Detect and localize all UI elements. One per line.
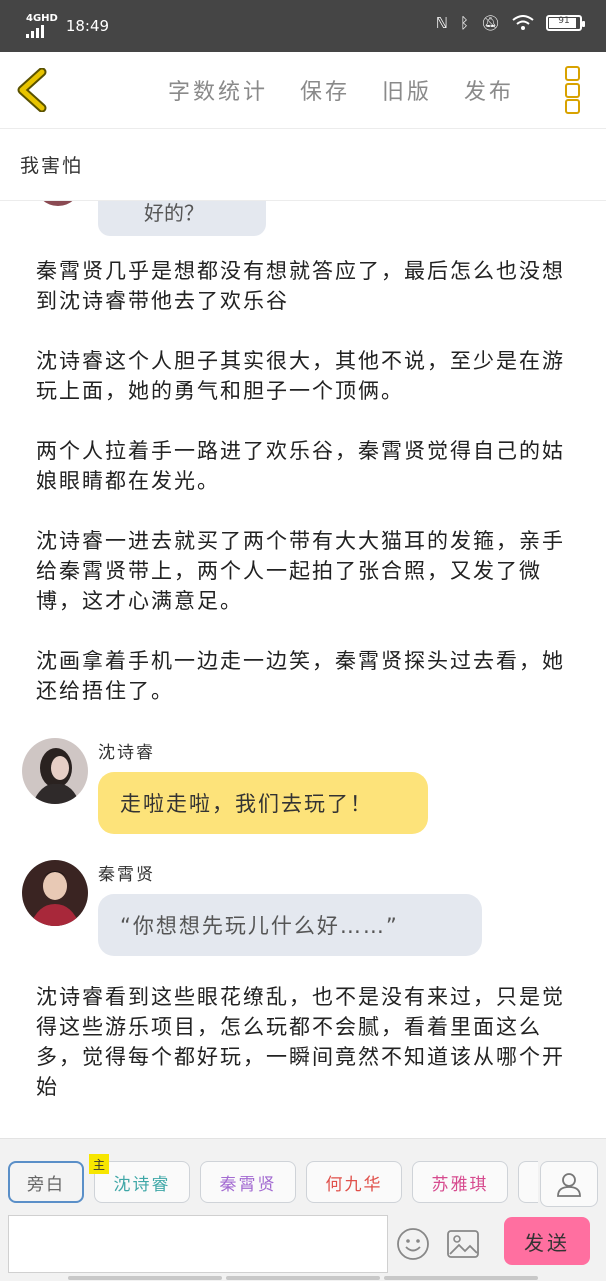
role-label: 沈诗睿 [113, 1174, 171, 1195]
wifi-icon [512, 15, 534, 30]
user-icon [557, 1173, 581, 1197]
dialog-bubble[interactable]: “你想想先玩儿什么好……” [98, 894, 482, 956]
avatar-qin-xiaoxian[interactable] [22, 860, 88, 926]
role-tab-su-yaqi[interactable]: 苏雅琪 [412, 1161, 508, 1203]
emoji-icon[interactable] [396, 1227, 430, 1261]
back-button[interactable] [14, 67, 54, 113]
battery-text: 91 [558, 16, 570, 26]
chapter-title: 我害怕 [20, 155, 84, 177]
save-button[interactable]: 保存 [300, 74, 350, 106]
scroll-indicator [68, 1276, 538, 1280]
word-count-button[interactable]: 字数统计 [168, 74, 268, 106]
status-right: ℕ ᛒ 🔕︎ 91 [435, 14, 585, 32]
role-tab-overflow[interactable] [518, 1161, 538, 1203]
role-tab-he-jiuhua[interactable]: 何九华 [306, 1161, 402, 1203]
speaker-name: 秦霄贤 [98, 865, 155, 885]
role-tabs: 旁白 主 沈诗睿 秦霄贤 何九华 苏雅琪 [8, 1154, 538, 1203]
role-tab-narrator[interactable]: 旁白 [8, 1161, 84, 1203]
bluetooth-icon: ᛒ [459, 14, 469, 32]
dialog-bubble-partial: 好的？ [98, 200, 266, 236]
paragraph: 沈诗睿看到这些眼花缭乱，也不是没有来过，只是觉得这些游乐项目，怎么玩都不会腻，看… [36, 985, 565, 1099]
old-version-button[interactable]: 旧版 [382, 74, 432, 106]
chapter-title-bar[interactable]: 我害怕 [0, 129, 606, 201]
role-tab-qin-xiaoxian[interactable]: 秦霄贤 [200, 1161, 296, 1203]
status-left: 4GHD 18:49 [26, 14, 109, 38]
silent-icon: 🔕︎ [480, 14, 500, 32]
dialog-text: 走啦走啦，我们去玩了！ [120, 792, 373, 816]
battery-icon: 91 [546, 15, 585, 31]
dialog-text: “你想想先玩儿什么好……” [120, 914, 399, 938]
avatar-shen-shirui[interactable] [22, 738, 88, 804]
avatar-photo [22, 860, 88, 926]
dialog-text: 好的？ [144, 201, 204, 225]
paragraph: 秦霄贤几乎是想都没有想就答应了，最后怎么也没想到沈诗睿带他去了欢乐谷 [36, 259, 565, 313]
avatar-photo [22, 738, 88, 804]
story-content[interactable]: 好的？ 秦霄贤几乎是想都没有想就答应了，最后怎么也没想到沈诗睿带他去了欢乐谷 沈… [0, 200, 606, 1138]
dialog-bubble[interactable]: 走啦走啦，我们去玩了！ [98, 772, 428, 834]
signal-group: 4GHD [26, 14, 58, 38]
back-chevron-icon [17, 67, 47, 113]
speaker-name: 沈诗睿 [98, 743, 155, 763]
top-nav: 字数统计 保存 旧版 发布 [0, 52, 606, 129]
character-manage-button[interactable] [540, 1161, 598, 1207]
network-type: 4GHD [26, 13, 58, 24]
nav-actions: 字数统计 保存 旧版 发布 [168, 74, 514, 106]
signal-icon [26, 24, 44, 38]
host-badge: 主 [89, 1154, 109, 1174]
paragraph: 沈诗睿这个人胆子其实很大，其他不说，至少是在游玩上面，她的勇气和胆子一个顶俩。 [36, 349, 565, 403]
paragraph: 两个人拉着手一路进了欢乐谷，秦霄贤觉得自己的姑娘眼睛都在发光。 [36, 439, 565, 493]
role-label: 旁白 [27, 1174, 65, 1195]
paragraph: 沈诗睿一进去就买了两个带有大大猫耳的发箍，亲手给秦霄贤带上，两个人一起拍了张合照… [36, 529, 565, 613]
paragraph: 沈画拿着手机一边走一边笑，秦霄贤探头过去看，她还给捂住了。 [36, 649, 565, 703]
menu-icon[interactable] [560, 66, 584, 114]
editor-bottom-bar: 旁白 主 沈诗睿 秦霄贤 何九华 苏雅琪 发送 [0, 1138, 606, 1281]
image-icon[interactable] [446, 1229, 480, 1259]
role-label: 秦霄贤 [219, 1174, 277, 1195]
content-input[interactable] [8, 1215, 388, 1273]
status-bar: 4GHD 18:49 ℕ ᛒ 🔕︎ 91 [0, 0, 606, 52]
role-tab-shen-shirui[interactable]: 主 沈诗睿 [89, 1154, 190, 1203]
clock: 18:49 [65, 17, 110, 35]
nfc-icon: ℕ [435, 14, 448, 32]
role-label: 苏雅琪 [431, 1174, 489, 1195]
publish-button[interactable]: 发布 [464, 74, 514, 106]
send-button[interactable]: 发送 [504, 1217, 590, 1265]
role-label: 何九华 [325, 1174, 383, 1195]
